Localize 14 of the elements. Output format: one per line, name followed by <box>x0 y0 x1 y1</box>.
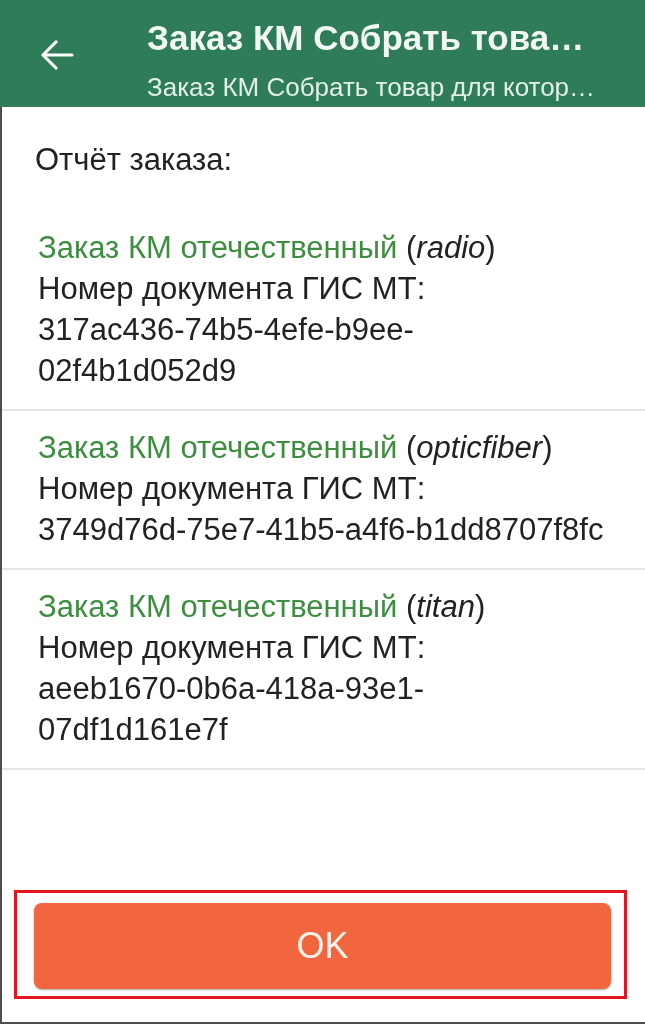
back-arrow-icon <box>40 40 74 70</box>
screen-title: Заказ КМ Собрать това… <box>147 17 586 59</box>
document-number-label: Номер документа ГИС МТ: <box>38 470 426 508</box>
screen-subtitle: Заказ КМ Собрать товар для котор… <box>147 71 596 103</box>
ok-button[interactable]: OK <box>34 903 611 989</box>
document-number-label: Номер документа ГИС МТ: <box>38 629 426 667</box>
report-title: Отчёт заказа: <box>35 141 233 179</box>
document-number-label: Номер документа ГИС МТ: <box>38 270 426 308</box>
document-number: 317ac436-74b5-4efe-b9ee-02f4b1d052d9 <box>38 311 415 390</box>
order-title: Заказ КМ отечественный (radio) <box>38 229 496 267</box>
order-title: Заказ КМ отечественный (opticfiber) <box>38 429 553 467</box>
document-number: aeeb1670-0b6a-418a-93e1-07df1d161e7f <box>38 670 426 749</box>
order-title: Заказ КМ отечественный (titan) <box>38 588 486 626</box>
document-number: 3749d76d-75e7-41b5-a4f6-b1dd8707f8fc <box>38 511 604 549</box>
